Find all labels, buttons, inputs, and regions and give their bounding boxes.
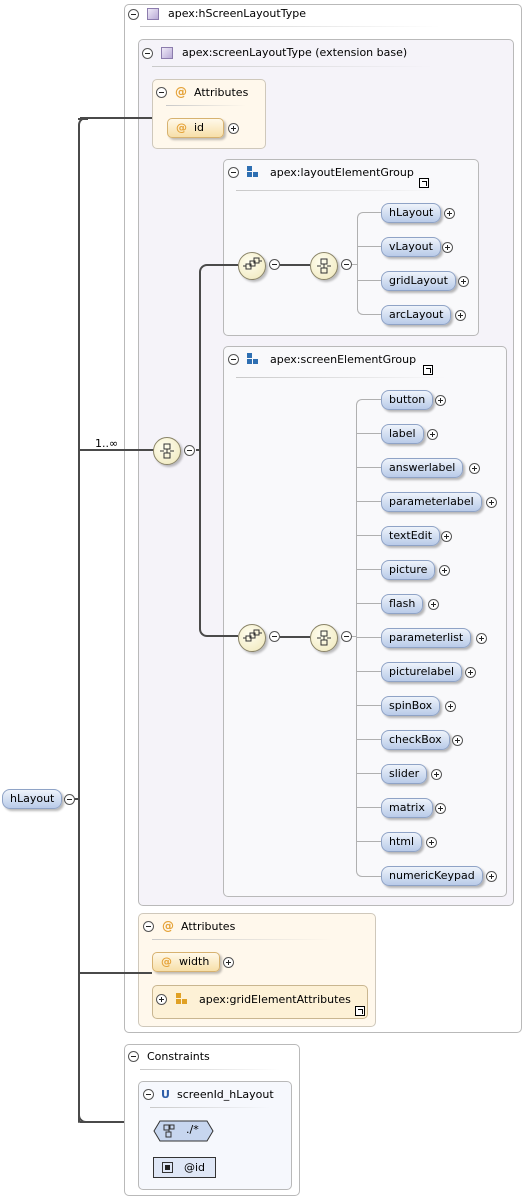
expand-toggle[interactable] bbox=[435, 395, 446, 406]
expand-toggle[interactable] bbox=[465, 667, 476, 678]
field-icon bbox=[162, 1162, 173, 1173]
expand-toggle[interactable] bbox=[223, 957, 234, 968]
unique-icon: U bbox=[161, 1088, 170, 1101]
element-answerlabel[interactable]: answerlabel bbox=[381, 458, 464, 478]
field-value: @id bbox=[184, 1161, 206, 1174]
element-gridLayout[interactable]: gridLayout bbox=[381, 271, 456, 291]
attribute-group-label: apex:gridElementAttributes bbox=[199, 993, 351, 1006]
expand-toggle[interactable] bbox=[469, 463, 480, 474]
expand-toggle[interactable] bbox=[156, 994, 167, 1005]
collapse-toggle[interactable] bbox=[184, 445, 195, 456]
selector-value: ./* bbox=[186, 1123, 199, 1136]
collapse-toggle[interactable] bbox=[269, 631, 280, 642]
attribute-name: id bbox=[194, 121, 205, 134]
collapse-toggle[interactable] bbox=[228, 354, 239, 365]
element-vLayout[interactable]: vLayout bbox=[381, 237, 441, 257]
root-element-hLayout[interactable]: hLayout bbox=[2, 789, 63, 809]
element-parameterlabel[interactable]: parameterlabel bbox=[381, 492, 482, 512]
unique-constraint-name: screenId_hLayout bbox=[177, 1088, 274, 1101]
attributes-title: Attributes bbox=[194, 86, 249, 99]
field-pill[interactable]: @id bbox=[153, 1157, 216, 1178]
attribute-icon: @ bbox=[162, 919, 174, 933]
expand-toggle[interactable] bbox=[458, 276, 469, 287]
element-picture[interactable]: picture bbox=[381, 560, 436, 580]
attribute-icon: @ bbox=[175, 85, 187, 99]
collapse-toggle[interactable] bbox=[128, 9, 139, 20]
expand-toggle[interactable] bbox=[428, 599, 439, 610]
element-button[interactable]: button bbox=[381, 390, 434, 410]
complex-type-icon bbox=[147, 8, 159, 20]
expand-toggle[interactable] bbox=[444, 208, 455, 219]
element-html[interactable]: html bbox=[381, 832, 423, 852]
expand-toggle[interactable] bbox=[442, 242, 453, 253]
expand-toggle[interactable] bbox=[455, 310, 466, 321]
element-picturelabel[interactable]: picturelabel bbox=[381, 662, 463, 682]
expand-toggle[interactable] bbox=[435, 803, 446, 814]
collapse-toggle[interactable] bbox=[64, 794, 75, 805]
attribute-id[interactable]: @ id bbox=[167, 118, 224, 138]
element-hLayout[interactable]: hLayout bbox=[381, 203, 442, 223]
collapse-toggle[interactable] bbox=[143, 921, 154, 932]
link-icon[interactable] bbox=[423, 365, 433, 375]
expand-toggle[interactable] bbox=[439, 565, 450, 576]
constraints-title: Constraints bbox=[147, 1050, 210, 1063]
expand-toggle[interactable] bbox=[445, 701, 456, 712]
expand-toggle[interactable] bbox=[228, 123, 239, 134]
expand-toggle[interactable] bbox=[427, 429, 438, 440]
expand-toggle[interactable] bbox=[486, 497, 497, 508]
sequence-compositor[interactable] bbox=[238, 252, 266, 280]
screen-group-label: apex:screenElementGroup bbox=[270, 353, 417, 366]
element-checkBox[interactable]: checkBox bbox=[381, 730, 450, 750]
expand-toggle[interactable] bbox=[452, 735, 463, 746]
collapse-toggle[interactable] bbox=[128, 1051, 139, 1062]
collapse-toggle[interactable] bbox=[269, 259, 280, 270]
collapse-toggle[interactable] bbox=[228, 167, 239, 178]
extension-label: apex:screenLayoutType (extension base) bbox=[182, 46, 408, 59]
element-spinBox[interactable]: spinBox bbox=[381, 696, 441, 716]
collapse-toggle[interactable] bbox=[142, 48, 153, 59]
attributes-title: Attributes bbox=[181, 920, 236, 933]
element-arcLayout[interactable]: arcLayout bbox=[381, 305, 452, 325]
complex-type-label: apex:hScreenLayoutType bbox=[168, 7, 306, 20]
cardinality-label: 1..∞ bbox=[95, 437, 119, 450]
collapse-toggle[interactable] bbox=[341, 631, 352, 642]
element-matrix[interactable]: matrix bbox=[381, 798, 433, 818]
choice-compositor[interactable] bbox=[310, 252, 338, 280]
layout-group-label: apex:layoutElementGroup bbox=[270, 166, 414, 179]
screen-element-group-box bbox=[223, 346, 507, 897]
choice-compositor[interactable] bbox=[310, 624, 338, 652]
collapse-toggle[interactable] bbox=[156, 87, 167, 98]
attribute-group-icon bbox=[176, 993, 190, 1007]
element-flash[interactable]: flash bbox=[381, 594, 424, 614]
element-numericKeypad[interactable]: numericKeypad bbox=[381, 866, 483, 886]
group-icon bbox=[247, 353, 261, 367]
collapse-toggle[interactable] bbox=[341, 259, 352, 270]
extension-type-icon bbox=[161, 47, 173, 59]
expand-toggle[interactable] bbox=[476, 633, 487, 644]
element-parameterlist[interactable]: parameterlist bbox=[381, 628, 472, 648]
attribute-icon: @ bbox=[176, 121, 187, 134]
choice-compositor[interactable] bbox=[153, 437, 181, 465]
link-icon[interactable] bbox=[419, 178, 429, 188]
expand-toggle[interactable] bbox=[426, 837, 437, 848]
element-label[interactable]: label bbox=[381, 424, 424, 444]
group-icon bbox=[247, 166, 261, 180]
collapse-toggle[interactable] bbox=[143, 1089, 154, 1100]
attribute-icon: @ bbox=[161, 955, 172, 968]
expand-toggle[interactable] bbox=[441, 531, 452, 542]
element-slider[interactable]: slider bbox=[381, 764, 428, 784]
expand-toggle[interactable] bbox=[486, 871, 497, 882]
expand-toggle[interactable] bbox=[431, 769, 442, 780]
selector-pill[interactable]: ./* bbox=[153, 1120, 214, 1142]
attribute-width[interactable]: @ width bbox=[152, 952, 220, 972]
element-textEdit[interactable]: textEdit bbox=[381, 526, 441, 546]
sequence-compositor[interactable] bbox=[238, 624, 266, 652]
link-icon[interactable] bbox=[355, 1006, 365, 1016]
attribute-name: width bbox=[179, 955, 210, 968]
